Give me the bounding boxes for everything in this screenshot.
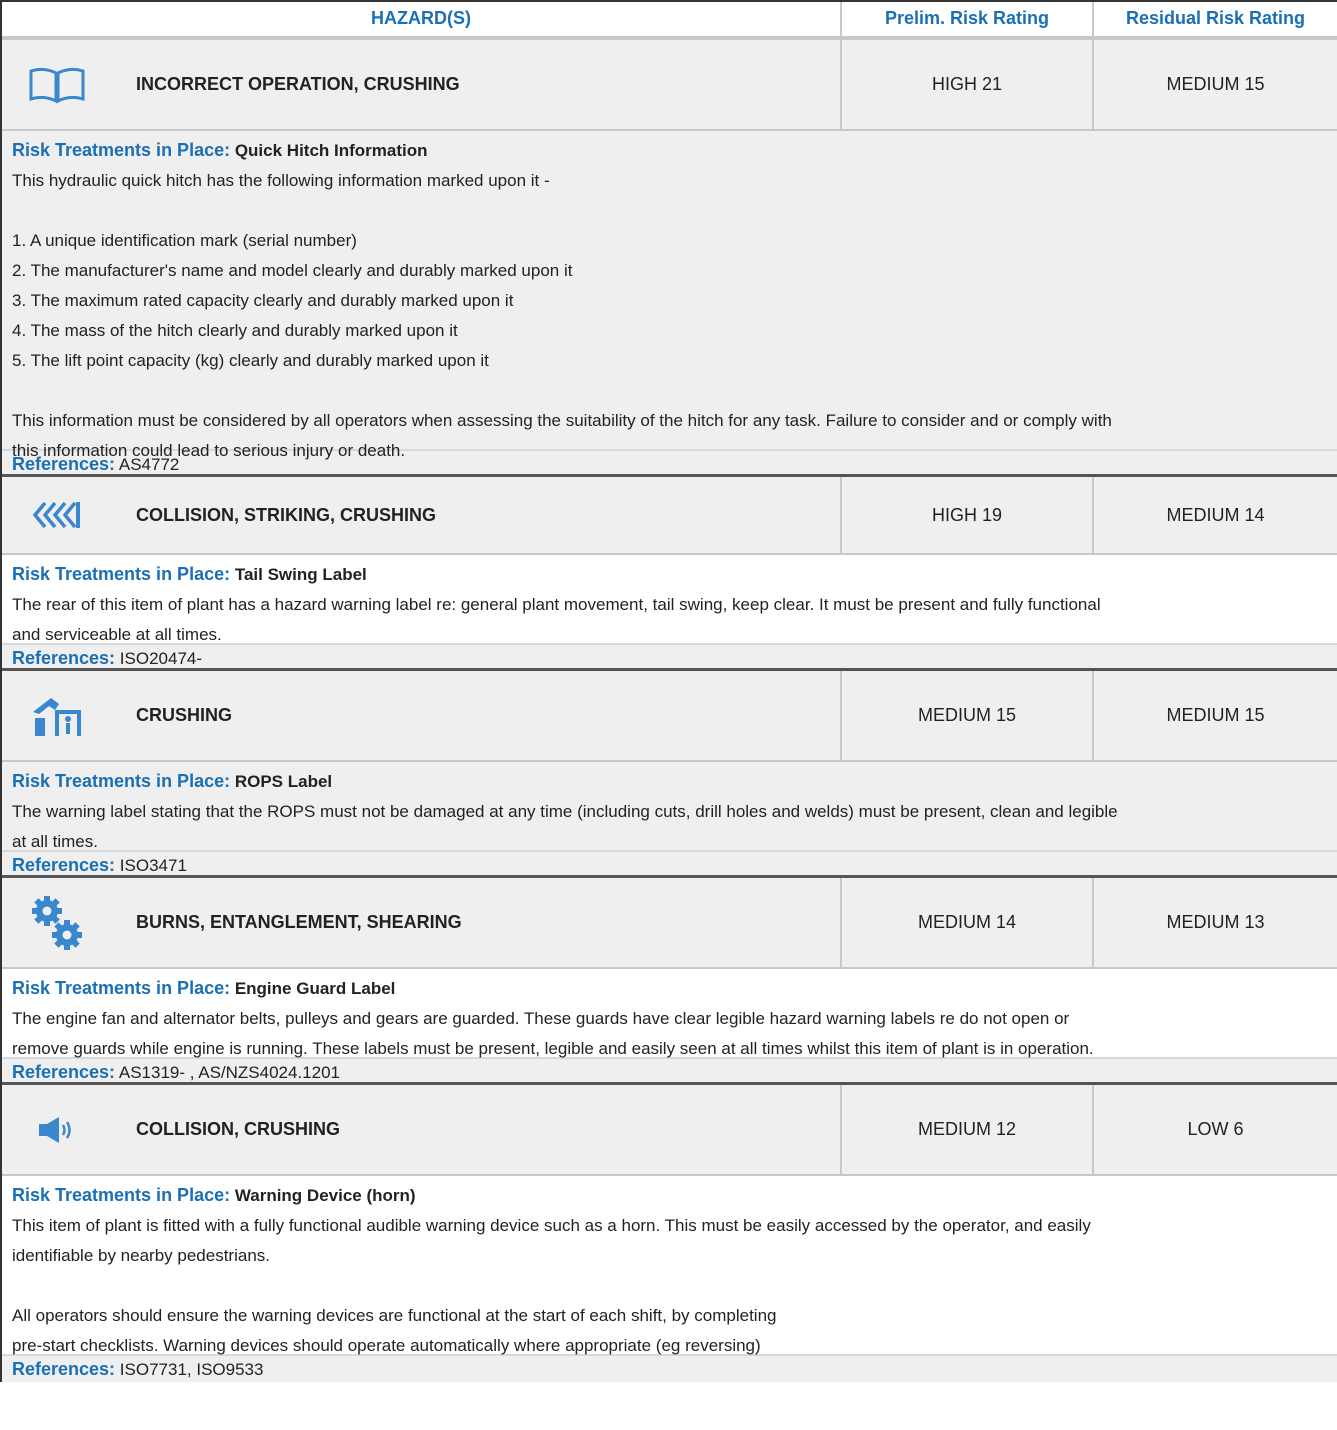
- treatment-title: Engine Guard Label: [234, 979, 396, 998]
- references-value: ISO20474-: [119, 649, 203, 668]
- residual-risk-column-header: Residual Risk Rating: [1092, 2, 1337, 36]
- references-value: ISO3471: [119, 856, 187, 875]
- treatment-text: This item of plant is fitted with a full…: [12, 1216, 1091, 1235]
- references-value: AS4772: [118, 455, 180, 474]
- hazard-row: COLLISION, CRUSHING MEDIUM 12 LOW 6: [2, 1085, 1337, 1176]
- references-value: ISO7731, ISO9533: [119, 1360, 264, 1379]
- prelim-risk-rating: MEDIUM 14: [840, 878, 1092, 967]
- rops-crush-icon: [2, 694, 112, 738]
- hazard-name: BURNS, ENTANGLEMENT, SHEARING: [136, 912, 462, 932]
- treatments-label: Risk Treatments in Place:: [12, 1185, 231, 1205]
- references: References: ISO3471: [2, 850, 1337, 878]
- treatment-list-item: 4. The mass of the hitch clearly and dur…: [12, 321, 458, 340]
- treatment-text: This information must be considered by a…: [12, 411, 1112, 430]
- hazard-name: COLLISION, CRUSHING: [136, 1119, 341, 1139]
- references-value: AS1319- , AS/NZS4024.1201: [118, 1063, 341, 1082]
- gears-icon: [2, 893, 112, 953]
- references-label: References:: [12, 1062, 116, 1082]
- treatments-label: Risk Treatments in Place:: [12, 978, 231, 998]
- treatment-list-item: 3. The maximum rated capacity clearly an…: [12, 291, 514, 310]
- treatment-title: Warning Device (horn): [234, 1186, 416, 1205]
- treatment-list-item: 2. The manufacturer's name and model cle…: [12, 261, 573, 280]
- references-label: References:: [12, 1359, 116, 1379]
- hazard-column-header: HAZARD(S): [371, 8, 471, 28]
- treatment-list-item: 1. A unique identification mark (serial …: [12, 231, 357, 250]
- treatment-text: This hydraulic quick hitch has the follo…: [12, 171, 550, 190]
- hazard-row: CRUSHING MEDIUM 15 MEDIUM 15: [2, 671, 1337, 762]
- speaker-icon: [2, 1115, 112, 1145]
- references-label: References:: [12, 648, 116, 668]
- treatments-label: Risk Treatments in Place:: [12, 564, 231, 584]
- prelim-risk-rating: HIGH 21: [840, 40, 1092, 129]
- treatment-title: Tail Swing Label: [234, 565, 367, 584]
- risk-treatment: Risk Treatments in Place: Warning Device…: [2, 1176, 1337, 1355]
- hazard-name: CRUSHING: [136, 705, 233, 725]
- residual-risk-rating: LOW 6: [1092, 1085, 1337, 1174]
- treatments-label: Risk Treatments in Place:: [12, 771, 231, 791]
- treatment-text: The engine fan and alternator belts, pul…: [12, 1009, 1070, 1028]
- risk-treatment: Risk Treatments in Place: Quick Hitch In…: [2, 131, 1337, 460]
- hazard-cell: COLLISION, CRUSHING: [2, 1085, 840, 1174]
- prelim-risk-rating: HIGH 19: [840, 477, 1092, 553]
- hazard-row: INCORRECT OPERATION, CRUSHING HIGH 21 ME…: [2, 40, 1337, 131]
- hazard-cell: BURNS, ENTANGLEMENT, SHEARING: [2, 878, 840, 967]
- treatment-text: The rear of this item of plant has a haz…: [12, 595, 1101, 614]
- book-icon: [2, 65, 112, 105]
- treatment-list-item: 5. The lift point capacity (kg) clearly …: [12, 351, 489, 370]
- hazard-cell: INCORRECT OPERATION, CRUSHING: [2, 40, 840, 129]
- hazard-cell: COLLISION, STRIKING, CRUSHING: [2, 477, 840, 553]
- residual-risk-rating: MEDIUM 15: [1092, 40, 1337, 129]
- hazard-row: BURNS, ENTANGLEMENT, SHEARING MEDIUM 14 …: [2, 878, 1337, 969]
- chevrons-left-icon: [2, 500, 112, 530]
- hazard-row: COLLISION, STRIKING, CRUSHING HIGH 19 ME…: [2, 477, 1337, 555]
- prelim-risk-rating: MEDIUM 12: [840, 1085, 1092, 1174]
- table-header: HAZARD(S) Prelim. Risk Rating Residual R…: [2, 2, 1337, 40]
- treatment-title: ROPS Label: [234, 772, 333, 791]
- residual-risk-rating: MEDIUM 14: [1092, 477, 1337, 553]
- references-label: References:: [12, 855, 116, 875]
- treatments-label: Risk Treatments in Place:: [12, 140, 231, 160]
- risk-treatment: Risk Treatments in Place: Tail Swing Lab…: [2, 555, 1337, 644]
- treatment-title: Quick Hitch Information: [234, 141, 428, 160]
- risk-treatment: Risk Treatments in Place: Engine Guard L…: [2, 969, 1337, 1058]
- risk-assessment-table: HAZARD(S) Prelim. Risk Rating Residual R…: [0, 0, 1337, 1382]
- treatment-text: All operators should ensure the warning …: [12, 1306, 777, 1325]
- references-label: References:: [12, 454, 116, 474]
- prelim-risk-column-header: Prelim. Risk Rating: [840, 2, 1092, 36]
- residual-risk-rating: MEDIUM 15: [1092, 671, 1337, 760]
- treatment-text: identifiable by nearby pedestrians.: [12, 1246, 270, 1265]
- hazard-name: INCORRECT OPERATION, CRUSHING: [136, 74, 460, 94]
- risk-treatment: Risk Treatments in Place: ROPS Label The…: [2, 762, 1337, 851]
- hazard-cell: CRUSHING: [2, 671, 840, 760]
- residual-risk-rating: MEDIUM 13: [1092, 878, 1337, 967]
- treatment-text: The warning label stating that the ROPS …: [12, 802, 1118, 821]
- hazard-name: COLLISION, STRIKING, CRUSHING: [136, 504, 437, 525]
- prelim-risk-rating: MEDIUM 15: [840, 671, 1092, 760]
